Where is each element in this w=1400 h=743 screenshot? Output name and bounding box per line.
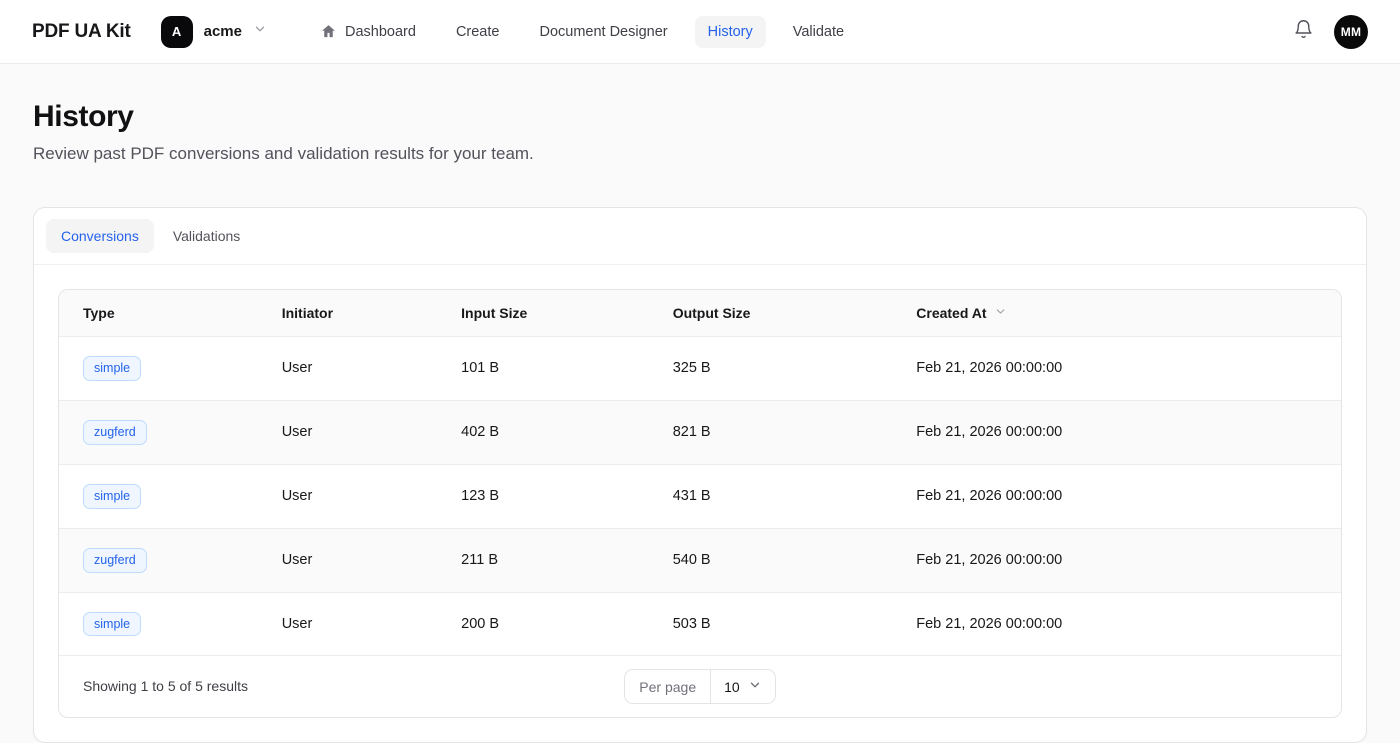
column-header-input-size: Input Size <box>437 290 649 337</box>
workspace-avatar: A <box>161 16 193 48</box>
table-row[interactable]: simple User 101 B 325 B Feb 21, 2026 00:… <box>59 337 1341 401</box>
nav-item-label: Validate <box>793 24 844 40</box>
column-header-label: Created At <box>916 305 986 321</box>
tab-validations[interactable]: Validations <box>158 219 255 253</box>
main-content: History Review past PDF conversions and … <box>0 100 1400 743</box>
type-badge: simple <box>83 484 141 509</box>
main-nav: Dashboard Create Document Designer Histo… <box>307 15 857 48</box>
nav-item-label: Create <box>456 24 500 40</box>
nav-item-history[interactable]: History <box>695 16 766 48</box>
cell-initiator: User <box>258 337 437 401</box>
nav-item-document-designer[interactable]: Document Designer <box>526 16 680 48</box>
type-badge: zugferd <box>83 548 147 573</box>
card-body: Type Initiator Input Size Output Size Cr… <box>34 265 1366 742</box>
sort-created-at[interactable]: Created At <box>916 305 1006 321</box>
cell-created-at: Feb 21, 2026 00:00:00 <box>892 592 1341 655</box>
cell-initiator: User <box>258 528 437 592</box>
nav-item-validate[interactable]: Validate <box>780 16 857 48</box>
type-badge: simple <box>83 612 141 637</box>
cell-created-at: Feb 21, 2026 00:00:00 <box>892 400 1341 464</box>
cell-input-size: 123 B <box>437 464 649 528</box>
nav-item-label: Dashboard <box>345 24 416 40</box>
cell-output-size: 821 B <box>649 400 893 464</box>
column-header-type: Type <box>59 290 258 337</box>
cell-input-size: 402 B <box>437 400 649 464</box>
chevron-down-icon <box>748 678 762 695</box>
tab-bar: Conversions Validations <box>34 208 1366 265</box>
workspace-name: acme <box>204 23 242 40</box>
conversions-table-wrap: Type Initiator Input Size Output Size Cr… <box>58 289 1342 718</box>
table-row[interactable]: simple User 123 B 431 B Feb 21, 2026 00:… <box>59 464 1341 528</box>
cell-initiator: User <box>258 400 437 464</box>
bell-icon <box>1293 19 1314 45</box>
cell-input-size: 200 B <box>437 592 649 655</box>
nav-item-label: History <box>708 24 753 40</box>
per-page-label: Per page <box>625 670 711 703</box>
footer-left: Showing 1 to 5 of 5 results <box>83 678 624 696</box>
per-page-select[interactable]: 10 <box>711 670 775 703</box>
history-card: Conversions Validations Type Initiator I… <box>33 207 1367 743</box>
per-page-control: Per page 10 <box>624 669 775 704</box>
page-subtitle: Review past PDF conversions and validati… <box>33 144 1367 164</box>
cell-type: simple <box>59 464 258 528</box>
nav-item-dashboard[interactable]: Dashboard <box>307 15 429 48</box>
column-header-initiator: Initiator <box>258 290 437 337</box>
per-page-value: 10 <box>724 679 740 695</box>
results-summary: Showing 1 to 5 of 5 results <box>83 678 248 694</box>
topnav-right: MM <box>1293 15 1368 49</box>
type-badge: simple <box>83 356 141 381</box>
cell-type: zugferd <box>59 528 258 592</box>
column-header-output-size: Output Size <box>649 290 893 337</box>
column-header-created-at: Created At <box>892 290 1341 337</box>
cell-type: simple <box>59 592 258 655</box>
table-footer: Showing 1 to 5 of 5 results Per page 10 <box>59 655 1341 717</box>
sort-chevron-down-icon <box>994 305 1007 321</box>
cell-type: simple <box>59 337 258 401</box>
top-navigation: PDF UA Kit A acme Dashboard Create Docum… <box>0 0 1400 64</box>
cell-input-size: 211 B <box>437 528 649 592</box>
user-avatar[interactable]: MM <box>1334 15 1368 49</box>
nav-item-label: Document Designer <box>539 24 667 40</box>
page-title: History <box>33 100 1367 134</box>
cell-output-size: 431 B <box>649 464 893 528</box>
cell-initiator: User <box>258 464 437 528</box>
cell-output-size: 503 B <box>649 592 893 655</box>
brand-logo[interactable]: PDF UA Kit <box>32 21 131 43</box>
notifications-button[interactable] <box>1293 19 1314 45</box>
conversions-table: Type Initiator Input Size Output Size Cr… <box>59 290 1341 655</box>
cell-type: zugferd <box>59 400 258 464</box>
table-row[interactable]: simple User 200 B 503 B Feb 21, 2026 00:… <box>59 592 1341 655</box>
tab-conversions[interactable]: Conversions <box>46 219 154 253</box>
cell-output-size: 540 B <box>649 528 893 592</box>
table-header-row: Type Initiator Input Size Output Size Cr… <box>59 290 1341 337</box>
cell-created-at: Feb 21, 2026 00:00:00 <box>892 528 1341 592</box>
cell-created-at: Feb 21, 2026 00:00:00 <box>892 464 1341 528</box>
type-badge: zugferd <box>83 420 147 445</box>
cell-initiator: User <box>258 592 437 655</box>
workspace-switcher[interactable]: A acme <box>161 16 267 48</box>
cell-created-at: Feb 21, 2026 00:00:00 <box>892 337 1341 401</box>
table-row[interactable]: zugferd User 211 B 540 B Feb 21, 2026 00… <box>59 528 1341 592</box>
table-row[interactable]: zugferd User 402 B 821 B Feb 21, 2026 00… <box>59 400 1341 464</box>
home-icon <box>320 23 337 40</box>
chevron-down-icon <box>253 22 267 41</box>
cell-input-size: 101 B <box>437 337 649 401</box>
cell-output-size: 325 B <box>649 337 893 401</box>
nav-item-create[interactable]: Create <box>443 16 513 48</box>
